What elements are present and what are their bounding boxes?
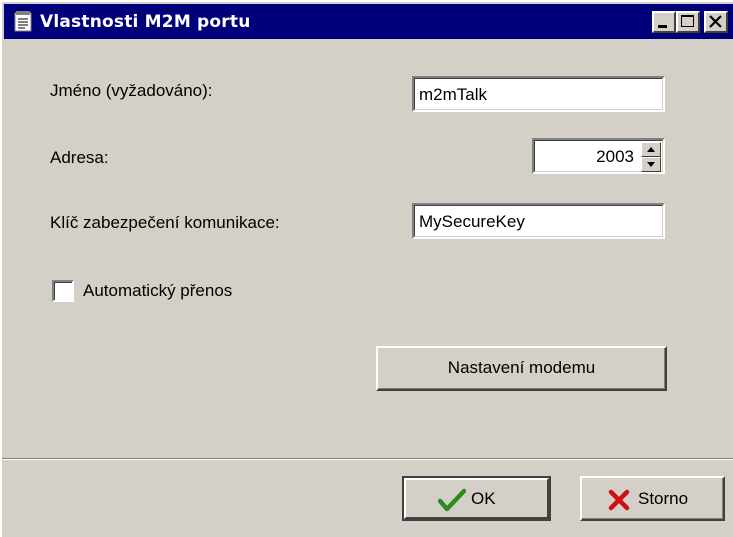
arrow-up-icon xyxy=(647,147,655,152)
spin-up-button[interactable] xyxy=(641,142,661,157)
red-x-icon xyxy=(608,489,630,516)
close-button[interactable] xyxy=(704,11,728,33)
cancel-label: Storno xyxy=(638,489,689,508)
security-key-value: MySecureKey xyxy=(414,205,663,237)
minimize-icon xyxy=(658,25,667,28)
title-bar[interactable]: Vlastnosti M2M portu xyxy=(4,4,733,39)
ok-label: OK xyxy=(471,489,496,508)
address-label: Adresa: xyxy=(50,148,109,167)
maximize-icon xyxy=(681,15,694,27)
spin-buttons xyxy=(641,142,661,172)
notepad-icon xyxy=(14,10,32,32)
spin-down-button[interactable] xyxy=(641,157,661,172)
minimize-button[interactable] xyxy=(652,11,676,33)
address-spinner[interactable]: 2003 xyxy=(532,138,665,174)
close-icon xyxy=(709,15,722,28)
name-input[interactable]: m2mTalk xyxy=(412,76,665,112)
auto-transfer-label[interactable]: Automatický přenos xyxy=(83,281,232,301)
properties-dialog: Vlastnosti M2M portu Jméno (vyžadováno):… xyxy=(0,0,733,537)
modem-settings-label: Nastavení modemu xyxy=(447,358,596,377)
name-label: Jméno (vyžadováno): xyxy=(50,81,213,100)
arrow-down-icon xyxy=(647,162,655,167)
cancel-button[interactable]: Storno xyxy=(580,476,725,521)
separator-highlight xyxy=(2,459,733,460)
modem-settings-button[interactable]: Nastavení modemu xyxy=(376,346,667,391)
window-title: Vlastnosti M2M portu xyxy=(40,12,251,32)
maximize-button[interactable] xyxy=(676,11,700,33)
security-key-input[interactable]: MySecureKey xyxy=(412,203,665,239)
name-value: m2mTalk xyxy=(414,78,663,110)
auto-transfer-checkbox[interactable] xyxy=(52,280,74,302)
checkmark-icon xyxy=(437,488,467,517)
security-key-label: Klíč zabezpečení komunikace: xyxy=(50,213,280,232)
ok-button[interactable]: OK xyxy=(402,476,551,521)
